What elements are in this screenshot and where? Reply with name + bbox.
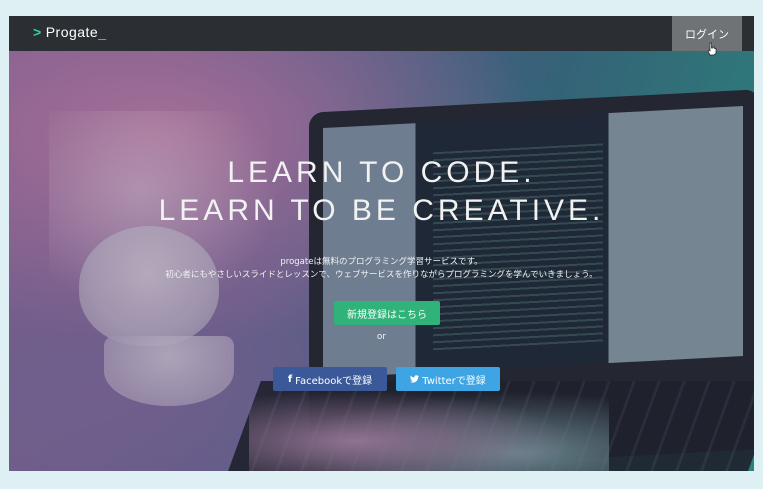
facebook-icon: f — [287, 373, 293, 385]
facebook-signup-label: Facebookで登録 — [295, 375, 373, 387]
hero-subtitle: progateは無料のプログラミング学習サービスです。 初心者にもやさしいスライ… — [9, 256, 754, 282]
facebook-signup-button[interactable]: f Facebookで登録 — [273, 367, 387, 391]
top-navbar: > Progate_ ログイン — [9, 16, 754, 51]
twitter-signup-label: Twitterで登録 — [422, 375, 486, 387]
hero-subtitle-line-2: 初心者にもやさしいスライドとレッスンで、ウェブサービスを作りながらプログラミング… — [165, 270, 598, 280]
logo-chevron-icon: > — [33, 24, 42, 40]
logo-cursor: _ — [98, 24, 107, 40]
twitter-signup-button[interactable]: Twitterで登録 — [396, 367, 500, 391]
hero-title-line-2: LEARN TO BE CREATIVE. — [158, 194, 605, 227]
signup-button[interactable]: 新規登録はこちら — [334, 301, 440, 325]
twitter-bird-icon — [410, 375, 420, 383]
hero-title-line-1: LEARN TO CODE. — [227, 156, 536, 189]
hero-title: LEARN TO CODE. LEARN TO BE CREATIVE. — [9, 154, 754, 230]
or-separator: or — [376, 332, 387, 342]
progate-logo[interactable]: > Progate_ — [33, 24, 107, 40]
browser-viewport: > Progate_ ログイン LEARN TO CODE. LEARN TO B… — [9, 16, 754, 471]
hand-pointer-cursor-icon — [707, 42, 717, 56]
hero-subtitle-line-1: progateは無料のプログラミング学習サービスです。 — [280, 257, 483, 267]
logo-text: Progate — [45, 24, 99, 40]
